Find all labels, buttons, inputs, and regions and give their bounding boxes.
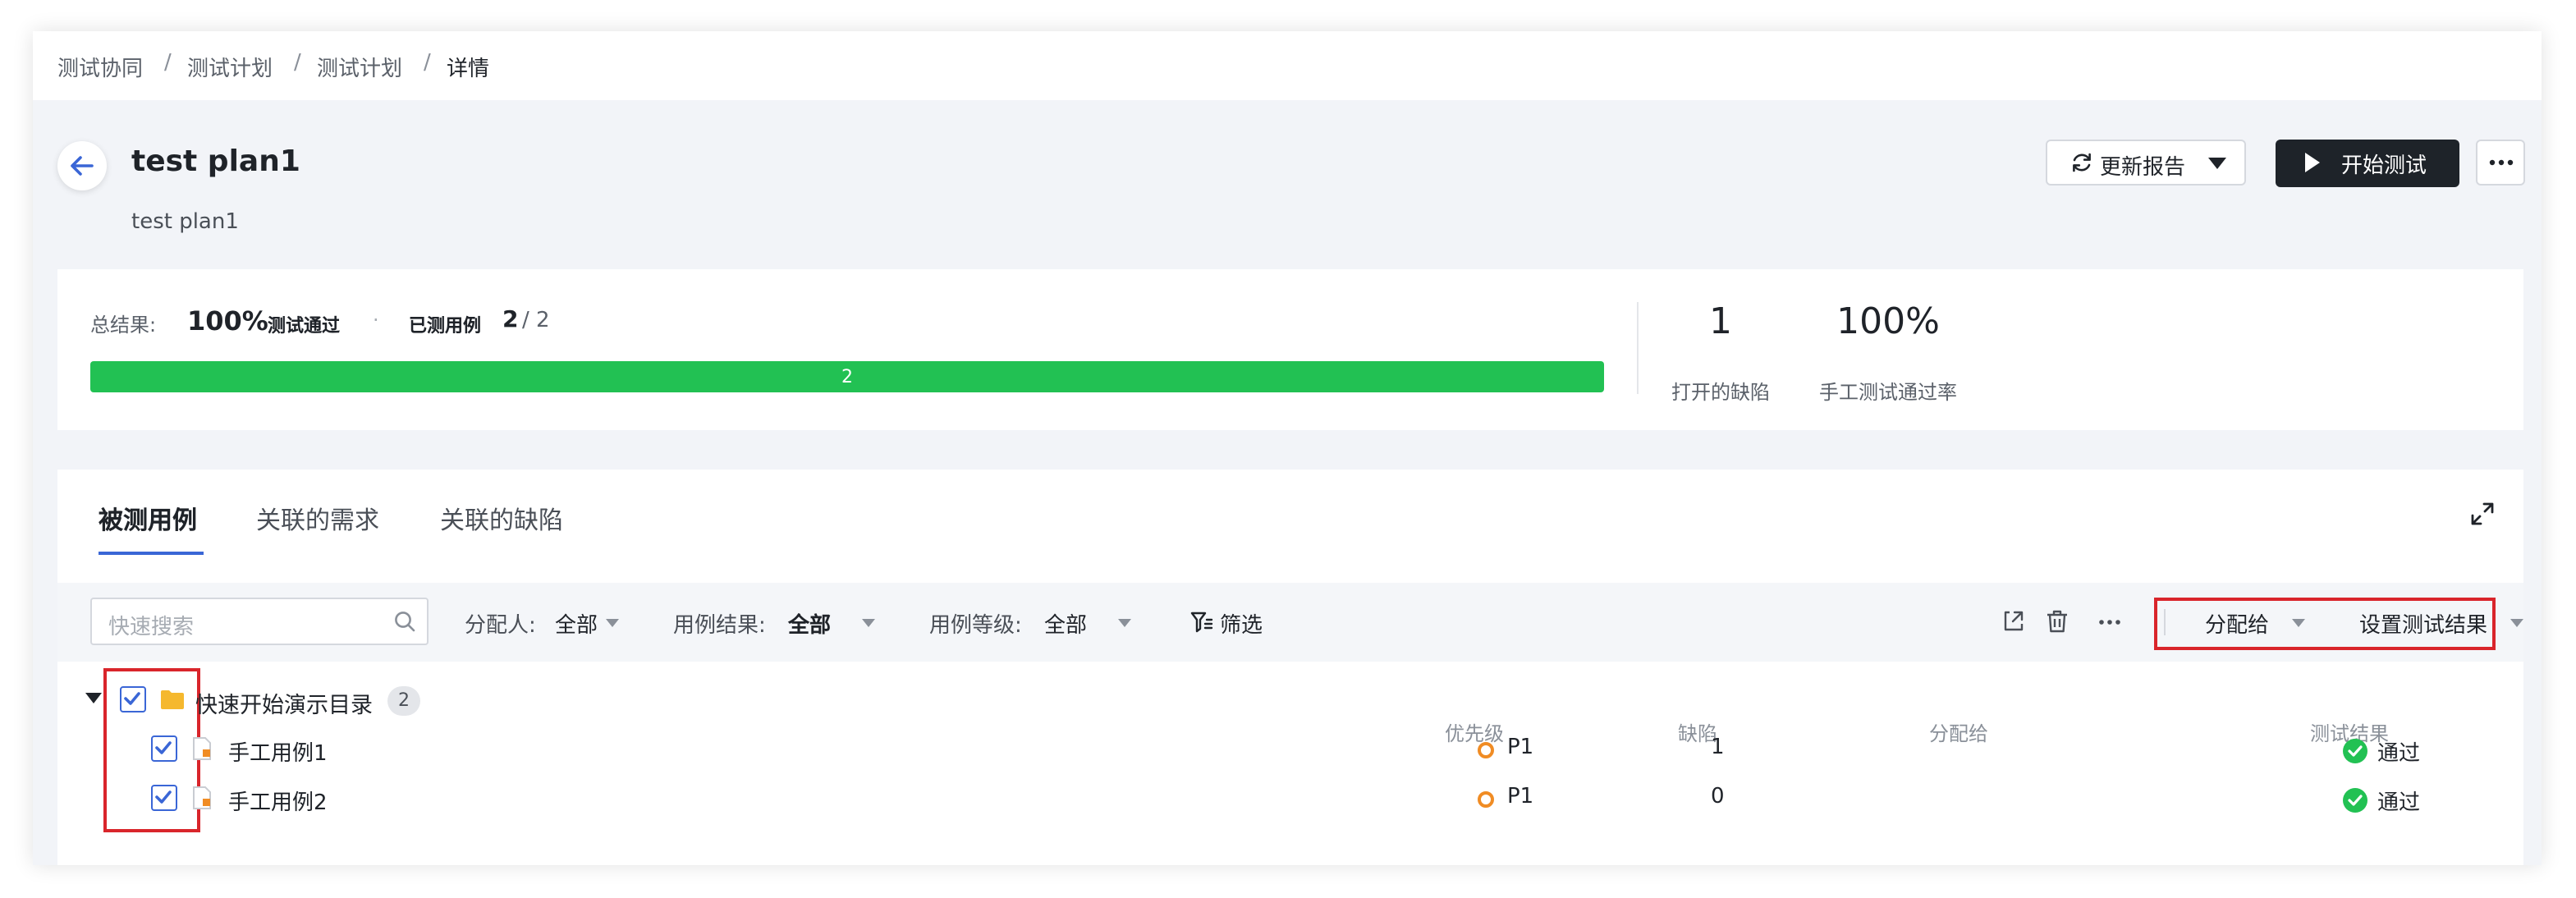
table-row[interactable]: 手工用例2 P1 0 通过 <box>57 783 2520 816</box>
manual-pass-rate: 100% <box>1836 302 1940 343</box>
chevron-down-icon <box>1118 619 1131 627</box>
folder-name: 快速开始演示目录 <box>195 693 373 719</box>
app-frame: 测试协同 / 测试计划 / 测试计划 / 详情 test plan1 test … <box>0 0 2576 898</box>
highlight-box-actions <box>2154 598 2496 650</box>
result-filter-label: 用例结果: <box>673 614 766 639</box>
table-row[interactable]: 手工用例1 P1 1 通过 <box>57 734 2520 767</box>
folder-icon <box>161 690 184 709</box>
move-icon[interactable] <box>2001 609 2026 634</box>
more-actions-button[interactable] <box>2476 140 2525 186</box>
page-subtitle: test plan1 <box>131 210 239 235</box>
chevron-down-icon <box>2510 619 2523 627</box>
back-button[interactable] <box>57 141 107 190</box>
pass-check-icon <box>2343 788 2367 813</box>
summary-dot: · <box>373 309 379 332</box>
folder-checkbox[interactable] <box>120 686 146 712</box>
page-title: test plan1 <box>131 144 300 179</box>
breadcrumb: 测试协同 / 测试计划 / 测试计划 / 详情 <box>33 31 2542 100</box>
pass-label: 测试通过 <box>268 315 340 337</box>
open-bugs-count: 1 <box>1709 302 1732 343</box>
check-icon <box>124 692 140 705</box>
arrow-left-icon <box>71 156 94 176</box>
play-icon <box>2305 153 2320 172</box>
refresh-icon <box>2073 153 2091 172</box>
progress-value: 2 <box>841 366 853 387</box>
assignee-filter-select[interactable]: 全部 <box>555 607 598 639</box>
row-checkbox[interactable] <box>151 735 177 762</box>
filter-label: 筛选 <box>1220 614 1263 639</box>
more-icon <box>2489 159 2514 166</box>
case-name[interactable]: 手工用例1 <box>228 735 328 767</box>
update-report-label: 更新报告 <box>2100 156 2186 181</box>
breadcrumb-item-test-plan[interactable]: 测试计划 <box>187 51 273 82</box>
case-priority: P1 <box>1507 785 1534 809</box>
case-name[interactable]: 手工用例2 <box>228 785 328 816</box>
test-case-icon <box>193 737 211 760</box>
priority-icon <box>1478 791 1494 808</box>
breadcrumb-separator: / <box>294 51 301 76</box>
folder-count-badge: 2 <box>387 686 420 716</box>
total-result-label: 总结果: <box>90 314 157 337</box>
breadcrumb-item-test-collab[interactable]: 测试协同 <box>57 51 143 82</box>
active-tab-indicator <box>99 552 204 555</box>
check-icon <box>155 790 172 804</box>
search-input[interactable]: 快速搜索 <box>90 598 429 645</box>
case-priority: P1 <box>1507 735 1534 760</box>
start-test-label: 开始测试 <box>2341 154 2427 179</box>
search-placeholder: 快速搜索 <box>108 616 195 640</box>
filter-button[interactable]: 筛选 <box>1190 583 1289 662</box>
check-icon <box>155 741 172 754</box>
chevron-down-icon <box>606 619 619 627</box>
level-filter-label: 用例等级: <box>929 614 1022 639</box>
tested-count: 2 <box>502 307 519 333</box>
case-defects: 0 <box>1711 785 1725 809</box>
breadcrumb-item-detail: 详情 <box>447 57 490 82</box>
folder-row[interactable]: 快速开始演示目录 2 <box>57 685 1699 719</box>
case-result: 通过 <box>2377 742 2421 767</box>
assignee-filter-label: 分配人: <box>465 614 536 639</box>
progress-bar: 2 <box>90 361 1604 392</box>
caret-down-icon <box>2208 158 2226 169</box>
tested-cases-label: 已测用例 <box>409 315 481 337</box>
caret-down-icon[interactable] <box>85 693 102 704</box>
tab-tested-cases[interactable]: 被测用例 <box>99 502 197 537</box>
open-bugs-label: 打开的缺陷 <box>1671 381 1771 404</box>
case-result: 通过 <box>2377 791 2421 816</box>
case-defects: 1 <box>1711 735 1725 760</box>
breadcrumb-separator: / <box>424 51 431 76</box>
start-test-button[interactable]: 开始测试 <box>2276 140 2459 187</box>
fullscreen-icon[interactable] <box>2471 502 2494 525</box>
chevron-down-icon <box>862 619 875 627</box>
summary-card: 总结果: 100% 测试通过 · 已测用例 2 / 2 2 1 打开的缺陷 10… <box>57 269 2523 430</box>
tested-total: / 2 <box>522 309 550 333</box>
app-window: 测试协同 / 测试计划 / 测试计划 / 详情 test plan1 test … <box>33 31 2542 865</box>
row-checkbox[interactable] <box>151 785 177 811</box>
level-filter-select[interactable]: 全部 <box>1044 607 1087 639</box>
update-report-button[interactable]: 更新报告 <box>2046 140 2246 186</box>
summary-divider <box>1637 302 1639 394</box>
pass-check-icon <box>2343 739 2367 763</box>
breadcrumb-item-test-plan-2[interactable]: 测试计划 <box>317 51 402 82</box>
filter-icon <box>1190 612 1213 633</box>
tab-linked-requirements[interactable]: 关联的需求 <box>256 502 379 537</box>
priority-icon <box>1478 742 1494 758</box>
more-icon[interactable] <box>2098 619 2121 625</box>
manual-pass-rate-label: 手工测试通过率 <box>1819 381 1958 404</box>
breadcrumb-separator: / <box>164 51 172 76</box>
result-filter-select[interactable]: 全部 <box>788 607 831 639</box>
test-case-icon <box>193 786 211 809</box>
pass-percent: 100% <box>187 305 268 337</box>
trash-icon[interactable] <box>2046 609 2069 634</box>
tab-linked-defects[interactable]: 关联的缺陷 <box>440 502 563 537</box>
search-icon <box>395 612 415 632</box>
